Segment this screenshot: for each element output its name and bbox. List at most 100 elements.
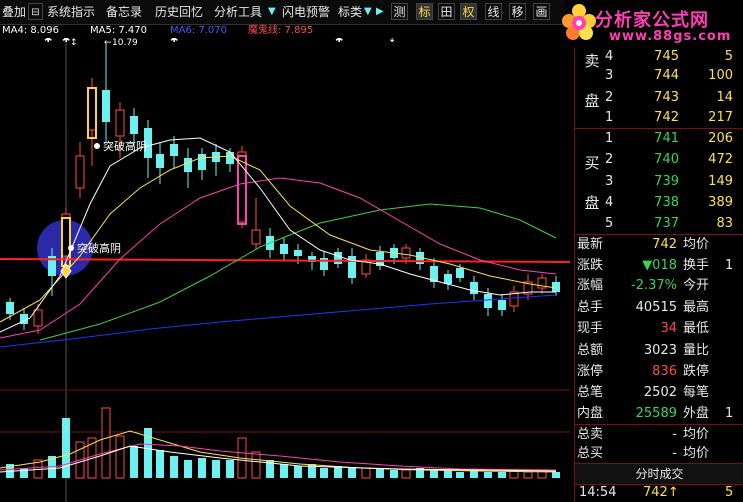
sell-row-4[interactable]: 4 745 5 <box>575 48 743 66</box>
stat-value: 34 <box>660 321 677 336</box>
volume-bar <box>212 460 220 478</box>
buy-row-4[interactable]: 4 738 389 <box>575 194 743 212</box>
ma6-label: MA6: 7.070 <box>170 25 228 36</box>
test-button[interactable]: 测 <box>391 3 408 20</box>
buy-volume: 83 <box>716 216 733 231</box>
stat-key: 涨跌 <box>577 258 604 273</box>
buy-row-1[interactable]: 1 741 206 <box>575 130 743 148</box>
rights-button[interactable]: 权 <box>460 3 477 20</box>
stat-key-2: 均价 <box>683 446 710 461</box>
memo-button[interactable]: 备忘录 <box>106 2 142 22</box>
candle-body <box>33 309 43 327</box>
stat-key: 总额 <box>577 343 604 358</box>
buy-price: 737 <box>654 216 679 231</box>
logo-url: www.88gs.com <box>609 29 732 44</box>
sell-price: 745 <box>654 49 679 64</box>
stat-key-2: 均价 <box>683 237 710 252</box>
grid-button[interactable]: 田 <box>438 3 455 20</box>
sell-volume: 14 <box>716 90 733 105</box>
candle-body <box>102 90 110 122</box>
draw-button[interactable]: 画 <box>533 3 550 20</box>
kline-chart[interactable]: ✱ ✱ ✱ ✱ ↕ ↕ 10.79 ← 突破高阴 突破高阴 <box>0 38 570 502</box>
stat-value: 836 <box>652 364 677 379</box>
stat-row-total-hands: 总手 40515 最高 <box>575 298 743 318</box>
stat-key-2: 均价 <box>683 427 710 442</box>
stat-key: 涨停 <box>577 364 604 379</box>
stat-key: 总卖 <box>577 427 604 442</box>
volume-bar <box>130 446 138 478</box>
candle-body <box>115 109 125 137</box>
sell-level: 3 <box>605 68 614 83</box>
candle-body <box>184 158 192 172</box>
quote-panel: 卖 盘 4 745 5 3 744 100 2 743 14 1 742 217… <box>574 48 743 502</box>
buy-row-5[interactable]: 5 737 83 <box>575 215 743 233</box>
overlay-icon[interactable]: ⊟ <box>28 3 43 20</box>
volume-bar <box>156 450 164 478</box>
order-book-divider <box>575 128 743 129</box>
volume-bar <box>184 460 192 478</box>
stat-value: -2.37% <box>631 278 677 293</box>
stat-value: 25589 <box>635 406 677 421</box>
stat-key-2: 外盘 <box>683 406 710 421</box>
candle-body <box>444 274 452 284</box>
sell-row-3[interactable]: 3 744 100 <box>575 67 743 85</box>
buy-row-3[interactable]: 3 739 149 <box>575 173 743 191</box>
buy-level: 4 <box>605 195 614 210</box>
category-arrow-icon[interactable]: ▼ <box>364 2 372 22</box>
overlay-button[interactable]: 叠加 <box>2 2 26 22</box>
candle-body <box>170 144 178 156</box>
trade-time: 14:54 <box>579 485 617 500</box>
star-marker: ✱ <box>170 38 178 45</box>
buy-level: 3 <box>605 174 614 189</box>
peak-label: 10.79 <box>112 38 138 48</box>
analysis-tools-button[interactable]: 分析工具 <box>214 2 262 22</box>
volume-bar <box>552 472 560 478</box>
system-indicator-button[interactable]: 系统指示 <box>47 2 95 22</box>
category-button[interactable]: 标类 <box>338 2 362 22</box>
star-markers: ✱ <box>44 38 52 45</box>
candle-body <box>484 294 492 308</box>
stat-value: - <box>672 446 677 461</box>
stat-value: 2502 <box>643 385 677 400</box>
candle-body <box>6 302 14 314</box>
stat-key-2: 每笔 <box>683 385 710 400</box>
stat-key: 总买 <box>577 446 604 461</box>
chart-grid <box>0 38 570 502</box>
stat-value: - <box>672 427 677 442</box>
sell-row-1[interactable]: 1 742 217 <box>575 109 743 127</box>
buy-level: 5 <box>605 216 614 231</box>
volume-bar <box>444 470 452 478</box>
stat-key: 总笔 <box>577 385 604 400</box>
volume-bar <box>280 464 288 478</box>
volume-bar <box>251 451 261 479</box>
buy-row-2[interactable]: 2 740 472 <box>575 151 743 169</box>
buy-price: 738 <box>654 195 679 210</box>
candle-body <box>334 252 342 264</box>
volume-bar <box>390 470 398 478</box>
flash-alert-button[interactable]: 闪电预警 <box>282 2 330 22</box>
candle-body <box>198 154 206 170</box>
dropdown-arrow-icon[interactable]: ▼ <box>268 2 276 22</box>
stat-row-latest: 最新 742 均价 <box>575 235 743 255</box>
signal-label-2: 突破高阴 <box>77 241 121 255</box>
buy-level: 1 <box>605 131 614 146</box>
time-sales-tab[interactable]: 分时成交 <box>575 463 743 485</box>
play-arrow-icon[interactable]: ▶ <box>376 2 384 22</box>
sell-price: 743 <box>654 90 679 105</box>
trade-volume: 5 <box>725 485 734 500</box>
volume-bar <box>198 458 206 478</box>
volume-bar <box>170 456 178 478</box>
trade-price: 742↑ <box>643 485 679 500</box>
stat-key-2: 跌停 <box>683 364 710 379</box>
line-button[interactable]: 线 <box>485 3 502 20</box>
stat-value: 3023 <box>643 343 677 358</box>
mark-button[interactable]: 标 <box>416 3 433 20</box>
sell-row-2[interactable]: 2 743 14 <box>575 89 743 107</box>
history-recall-button[interactable]: 历史回忆 <box>155 2 203 22</box>
volume-bar <box>294 466 302 478</box>
volume-bar <box>430 470 438 478</box>
stat-row-total-trades: 总笔 2502 每笔 <box>575 383 743 403</box>
stat-key-2: 最低 <box>683 321 710 336</box>
buy-volume: 389 <box>708 195 733 210</box>
move-button[interactable]: 移 <box>509 3 526 20</box>
